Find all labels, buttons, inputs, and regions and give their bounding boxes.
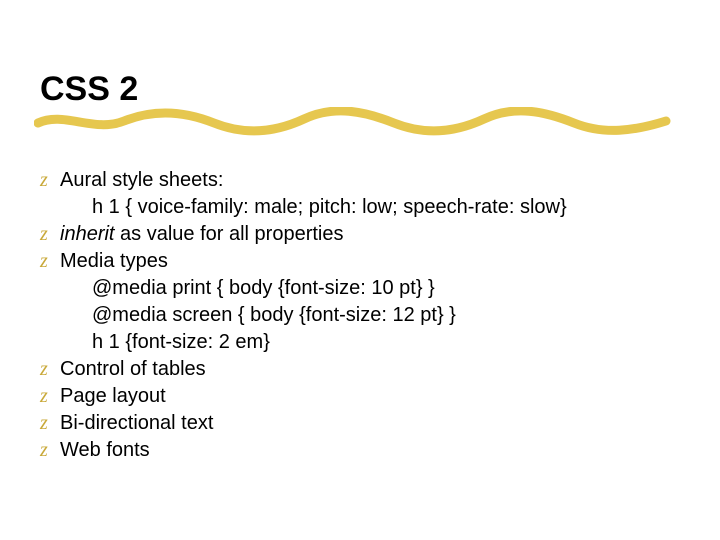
list-subitem: h 1 {font-size: 2 em}	[40, 329, 680, 356]
list-item-label: Media types	[60, 248, 680, 275]
list-item-label: Control of tables	[60, 356, 680, 383]
list-item-label: Web fonts	[60, 437, 680, 464]
title-underline	[40, 115, 680, 139]
list-item-label: inherit as value for all properties	[60, 221, 680, 248]
list-item-label: Aural style sheets:	[60, 167, 680, 194]
squiggle-icon	[34, 107, 674, 137]
list-subitem: @media screen { body {font-size: 12 pt} …	[40, 302, 680, 329]
list-item: z Page layout	[40, 383, 680, 410]
bullet-icon: z	[40, 383, 60, 410]
slide-title: CSS 2	[40, 70, 680, 109]
slide: CSS 2 z Aural style sheets: h 1 { voice-…	[0, 0, 720, 540]
list-item-label: Page layout	[60, 383, 680, 410]
list-item: z Media types	[40, 248, 680, 275]
list-item: z inherit as value for all properties	[40, 221, 680, 248]
list-item-rest: as value for all properties	[114, 223, 343, 245]
bullet-icon: z	[40, 167, 60, 194]
list-item-label: Bi-directional text	[60, 410, 680, 437]
list-item: z Control of tables	[40, 356, 680, 383]
bullet-icon: z	[40, 437, 60, 464]
bullet-icon: z	[40, 248, 60, 275]
slide-content: z Aural style sheets: h 1 { voice-family…	[40, 167, 680, 464]
bullet-icon: z	[40, 356, 60, 383]
list-subitem: h 1 { voice-family: male; pitch: low; sp…	[40, 194, 680, 221]
bullet-icon: z	[40, 221, 60, 248]
list-subitem: @media print { body {font-size: 10 pt} }	[40, 275, 680, 302]
list-item: z Bi-directional text	[40, 410, 680, 437]
italic-word: inherit	[60, 223, 114, 245]
bullet-icon: z	[40, 410, 60, 437]
list-item: z Aural style sheets:	[40, 167, 680, 194]
list-item: z Web fonts	[40, 437, 680, 464]
